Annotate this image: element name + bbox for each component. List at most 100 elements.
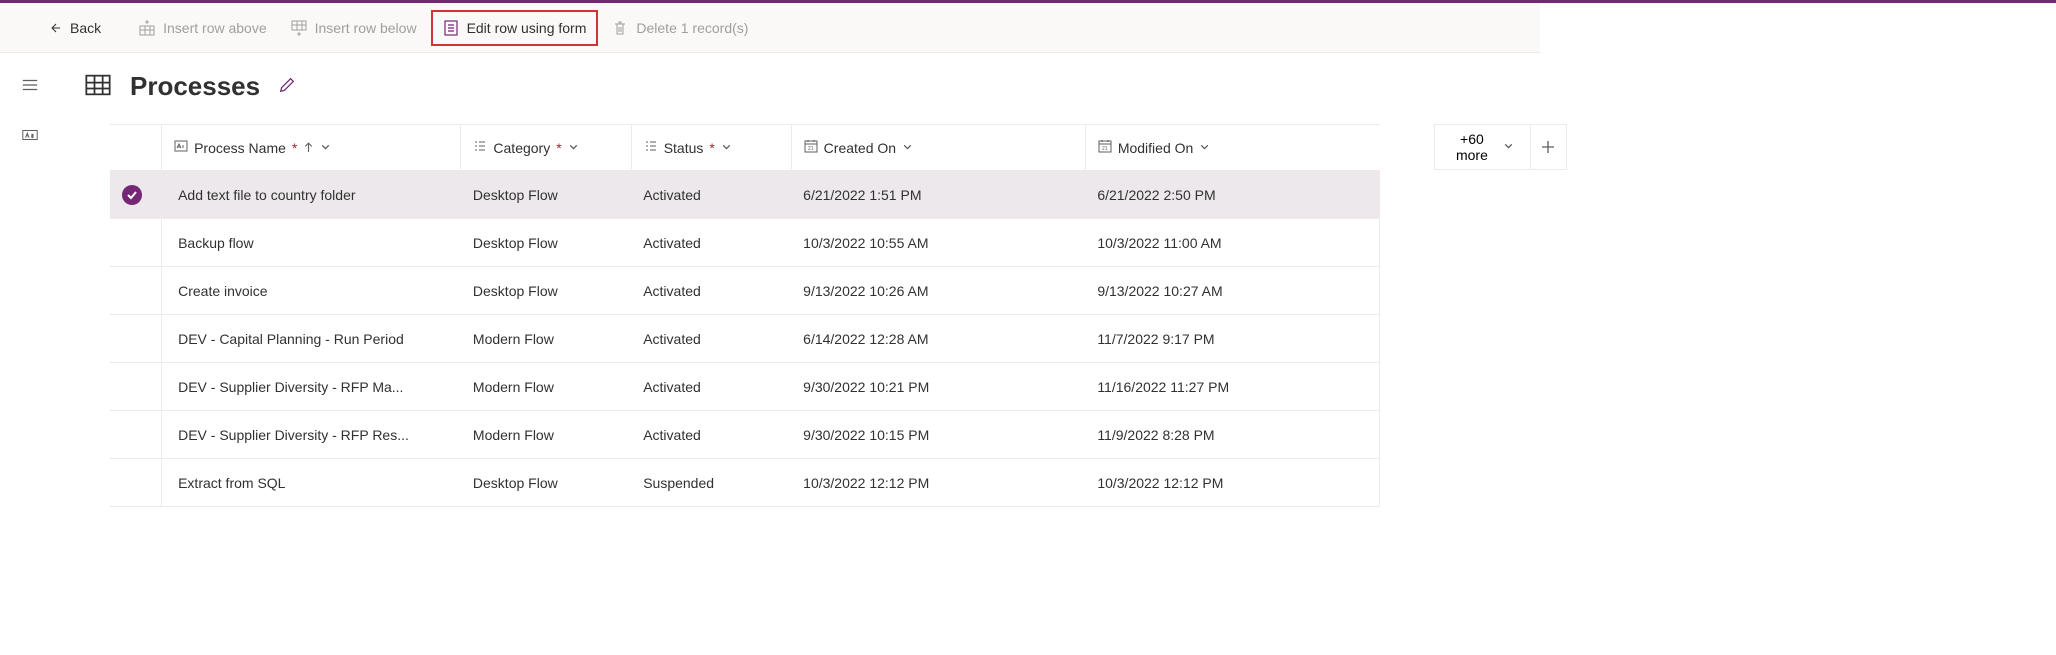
cell-modified: 11/9/2022 8:28 PM: [1097, 427, 1214, 443]
cell-status: Activated: [643, 331, 701, 347]
svg-text:21: 21: [1102, 146, 1108, 152]
date-type-icon: 21: [1098, 139, 1112, 156]
row-check-placeholder[interactable]: [122, 327, 142, 347]
insert-below-icon: [291, 20, 307, 36]
required-mark: *: [709, 140, 714, 156]
trash-icon: [612, 20, 628, 36]
cell-created: 9/30/2022 10:15 PM: [803, 427, 929, 443]
choice-type-icon: [473, 139, 487, 156]
more-columns-label: +60 more: [1451, 131, 1493, 163]
insert-below-label: Insert row below: [315, 20, 417, 36]
table-row[interactable]: DEV - Supplier Diversity - RFP Res... Mod…: [110, 411, 1380, 459]
add-column-button[interactable]: [1531, 124, 1567, 170]
sort-asc-icon: [303, 140, 314, 156]
cell-created: 10/3/2022 10:55 AM: [803, 235, 928, 251]
cell-modified: 11/7/2022 9:17 PM: [1097, 331, 1214, 347]
cell-category: Desktop Flow: [473, 283, 558, 299]
date-type-icon: 21: [804, 139, 818, 156]
required-mark: *: [556, 140, 561, 156]
col-status-label: Status: [664, 140, 704, 156]
table-row[interactable]: Backup flow Desktop Flow Activated 10/3/202…: [110, 219, 1380, 267]
command-bar: Back Insert row above Insert row below E…: [0, 3, 1540, 53]
cell-process-name: Add text file to country folder: [174, 187, 444, 203]
row-checked-icon[interactable]: [122, 185, 142, 205]
choice-type-icon: [644, 139, 658, 156]
left-rail: [0, 53, 60, 507]
cell-category: Desktop Flow: [473, 235, 558, 251]
chevron-down-icon: [721, 140, 732, 156]
chevron-down-icon: [1199, 140, 1210, 156]
cell-created: 6/21/2022 1:51 PM: [803, 187, 921, 203]
cell-modified: 9/13/2022 10:27 AM: [1097, 283, 1222, 299]
page-header: Processes: [84, 71, 1540, 102]
column-category[interactable]: Category *: [461, 125, 631, 171]
cell-process-name: DEV - Supplier Diversity - RFP Res...: [174, 427, 444, 443]
insert-row-below-button[interactable]: Insert row below: [281, 10, 427, 46]
col-name-label: Process Name: [194, 140, 286, 156]
delete-label: Delete 1 record(s): [636, 20, 748, 36]
column-process-name[interactable]: Process Name *: [162, 125, 461, 171]
cell-process-name: Extract from SQL: [174, 475, 444, 491]
column-created-on[interactable]: 21 Created On: [791, 125, 1085, 171]
cell-created: 9/13/2022 10:26 AM: [803, 283, 928, 299]
table-row[interactable]: Add text file to country folder Desktop F…: [110, 171, 1380, 219]
cell-status: Activated: [643, 379, 701, 395]
back-label: Back: [70, 20, 101, 36]
rail-text-field-button[interactable]: [14, 119, 46, 151]
column-select[interactable]: [110, 125, 162, 171]
rail-menu-button[interactable]: [14, 69, 46, 101]
cell-created: 6/14/2022 12:28 AM: [803, 331, 928, 347]
row-check-placeholder[interactable]: [122, 279, 142, 299]
cell-status: Activated: [643, 427, 701, 443]
text-type-icon: [174, 139, 188, 156]
table-row[interactable]: Create invoiceDesktop FlowActivated9/13/…: [110, 267, 1380, 315]
insert-row-above-button[interactable]: Insert row above: [129, 10, 277, 46]
edit-form-label: Edit row using form: [467, 20, 587, 36]
cell-status: Suspended: [643, 475, 714, 491]
column-modified-on[interactable]: 21 Modified On: [1085, 125, 1379, 171]
cell-category: Modern Flow: [473, 379, 554, 395]
more-columns-button[interactable]: +60 more: [1434, 124, 1531, 170]
row-check-placeholder[interactable]: [122, 231, 142, 251]
chevron-down-icon: [320, 140, 331, 156]
cell-process-name: DEV - Supplier Diversity - RFP Ma...: [174, 379, 444, 395]
insert-above-icon: [139, 20, 155, 36]
row-check-placeholder[interactable]: [122, 423, 142, 443]
table-row[interactable]: DEV - Supplier Diversity - RFP Ma... Mode…: [110, 363, 1380, 411]
cell-modified: 6/21/2022 2:50 PM: [1097, 187, 1215, 203]
chevron-down-icon: [902, 140, 913, 156]
chevron-down-icon: [568, 140, 579, 156]
required-mark: *: [292, 140, 297, 156]
col-created-label: Created On: [824, 140, 896, 156]
edit-row-form-button[interactable]: Edit row using form: [431, 10, 599, 46]
chevron-down-icon: [1503, 139, 1514, 155]
cell-category: Desktop Flow: [473, 187, 558, 203]
row-check-placeholder[interactable]: [122, 375, 142, 395]
back-button[interactable]: Back: [36, 10, 111, 46]
col-modified-label: Modified On: [1118, 140, 1193, 156]
cell-process-name: Backup flow: [174, 235, 444, 251]
column-status[interactable]: Status *: [631, 125, 791, 171]
cell-process-name: Create invoice: [174, 283, 444, 299]
cell-created: 10/3/2022 12:12 PM: [803, 475, 929, 491]
cell-status: Activated: [643, 235, 701, 251]
table-row[interactable]: DEV - Capital Planning - Run Period Moder…: [110, 315, 1380, 363]
cell-modified: 10/3/2022 11:00 AM: [1097, 235, 1221, 251]
form-icon: [443, 20, 459, 36]
cell-modified: 10/3/2022 12:12 PM: [1097, 475, 1223, 491]
arrow-left-icon: [46, 20, 62, 36]
table-row[interactable]: Extract from SQL Desktop Flow Suspended 10/…: [110, 459, 1380, 507]
cell-process-name: DEV - Capital Planning - Run Period: [174, 331, 444, 347]
svg-text:21: 21: [808, 146, 814, 152]
cell-category: Modern Flow: [473, 427, 554, 443]
edit-title-button[interactable]: [278, 76, 296, 97]
cell-status: Activated: [643, 187, 701, 203]
col-category-label: Category: [493, 140, 550, 156]
cell-modified: 11/16/2022 11:27 PM: [1097, 379, 1229, 395]
cell-category: Desktop Flow: [473, 475, 558, 491]
data-grid: Process Name * Category *: [110, 124, 1380, 507]
row-check-placeholder[interactable]: [122, 471, 142, 491]
delete-records-button[interactable]: Delete 1 record(s): [602, 10, 758, 46]
table-icon: [84, 71, 112, 102]
cell-category: Modern Flow: [473, 331, 554, 347]
